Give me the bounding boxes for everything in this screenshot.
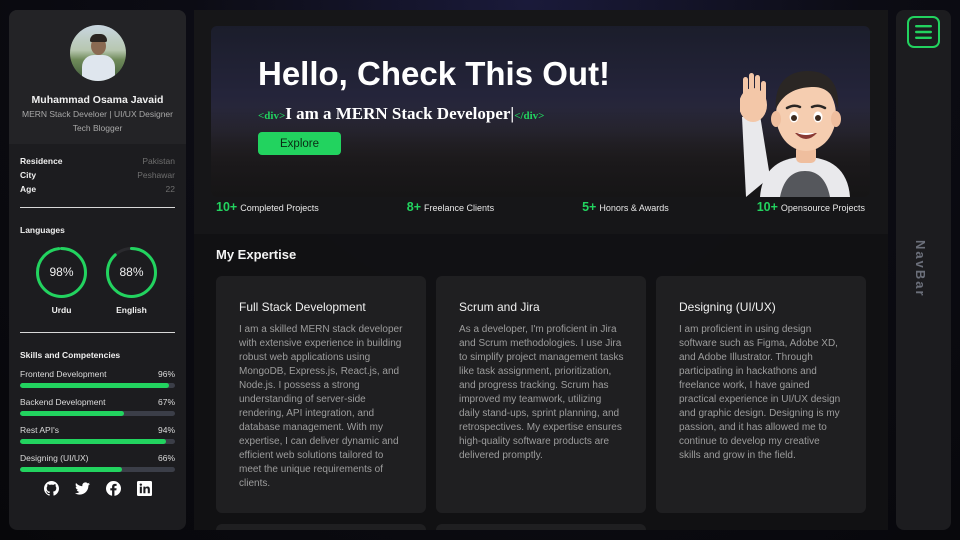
stat-label: Opensource Projects bbox=[780, 203, 865, 213]
info-value: Peshawar bbox=[137, 170, 175, 180]
waving-memoji-icon bbox=[740, 71, 850, 197]
skill-bar bbox=[20, 411, 175, 416]
card-title: Designing (UI/UX) bbox=[679, 300, 776, 314]
language-english: 88% English bbox=[105, 246, 158, 315]
stat-label: Honors & Awards bbox=[599, 203, 669, 213]
expertise-title: My Expertise bbox=[216, 247, 297, 262]
navbar: NavBar bbox=[896, 10, 951, 530]
language-ring: 88% bbox=[105, 246, 158, 299]
divider bbox=[20, 207, 175, 208]
skills-title: Skills and Competencies bbox=[20, 350, 121, 360]
skill-bar-fill bbox=[20, 383, 169, 388]
expertise-card: Scrum and Jira As a developer, I'm profi… bbox=[436, 276, 646, 513]
info-key: Age bbox=[20, 184, 37, 194]
skill-item: Rest API's 94% bbox=[20, 425, 175, 444]
skill-percent: 94% bbox=[157, 425, 175, 435]
languages-list: 98% Urdu 88% English bbox=[9, 246, 186, 315]
skill-percent: 96% bbox=[157, 369, 175, 379]
personal-info: Residence Pakistan City Peshawar Age 22 bbox=[9, 144, 186, 198]
skill-bar bbox=[20, 467, 175, 472]
skill-name: Designing (UI/UX) bbox=[20, 453, 89, 463]
expertise-card: Full Stack Development I am a skilled ME… bbox=[216, 276, 426, 513]
language-ring: 98% bbox=[35, 246, 88, 299]
card-text: As a developer, I'm proficient in Jira a… bbox=[459, 324, 624, 461]
github-icon[interactable] bbox=[43, 481, 59, 496]
main-content[interactable]: Hello, Check This Out! <div>I am a MERN … bbox=[194, 10, 888, 530]
language-name: English bbox=[116, 305, 147, 315]
skill-item: Designing (UI/UX) 66% bbox=[20, 453, 175, 472]
expertise-card-partial bbox=[436, 524, 646, 530]
skill-name: Backend Development bbox=[20, 397, 106, 407]
stat-number: 10+ bbox=[756, 200, 778, 214]
expertise-cards-next-row bbox=[216, 524, 646, 530]
card-title: Full Stack Development bbox=[239, 300, 366, 314]
stat-label: Freelance Clients bbox=[424, 203, 495, 213]
code-tag-open: <div> bbox=[258, 110, 286, 122]
expertise-cards: Full Stack Development I am a skilled ME… bbox=[216, 276, 866, 513]
navbar-label: NavBar bbox=[913, 240, 928, 298]
info-row-city: City Peshawar bbox=[20, 170, 175, 184]
profile-sidebar: Muhammad Osama Javaid MERN Stack Develoe… bbox=[9, 10, 186, 530]
hero-subtitle: <div>I am a MERN Stack Developer|</div> bbox=[258, 104, 544, 124]
hero-banner: Hello, Check This Out! <div>I am a MERN … bbox=[211, 26, 870, 197]
hamburger-menu-icon[interactable] bbox=[907, 16, 940, 48]
language-name: Urdu bbox=[51, 305, 72, 315]
profile-role-secondary: Tech Blogger bbox=[72, 123, 123, 133]
skills-list: Frontend Development 96% Backend Developm… bbox=[9, 369, 186, 472]
skill-bar-fill bbox=[20, 467, 123, 472]
card-text: I am proficient in using design software… bbox=[679, 324, 841, 461]
language-percent: 88% bbox=[119, 265, 144, 279]
languages-title: Languages bbox=[20, 225, 65, 235]
skill-bar-fill bbox=[20, 439, 166, 444]
skill-bar bbox=[20, 439, 175, 444]
language-urdu: 98% Urdu bbox=[35, 246, 88, 315]
profile-name: Muhammad Osama Javaid bbox=[31, 94, 164, 106]
info-key: City bbox=[20, 170, 37, 180]
linkedin-icon[interactable] bbox=[136, 481, 152, 496]
stat-number: 8+ bbox=[406, 200, 422, 214]
expertise-card: Designing (UI/UX) I am proficient in usi… bbox=[656, 276, 866, 513]
language-percent: 98% bbox=[49, 265, 74, 279]
stat-completed-projects: 10+ Completed Projects bbox=[216, 200, 319, 214]
skill-name: Frontend Development bbox=[20, 369, 107, 379]
profile-header: Muhammad Osama Javaid MERN Stack Develoe… bbox=[9, 10, 186, 144]
info-row-age: Age 22 bbox=[20, 184, 175, 198]
skill-percent: 66% bbox=[157, 453, 175, 463]
divider bbox=[20, 332, 175, 333]
hero-title: Hello, Check This Out! bbox=[258, 55, 611, 92]
skill-item: Frontend Development 96% bbox=[20, 369, 175, 388]
hero-typed-text: I am a MERN Stack Developer| bbox=[285, 104, 515, 123]
skill-name: Rest API's bbox=[20, 425, 59, 435]
info-value: 22 bbox=[165, 184, 175, 194]
stat-number: 5+ bbox=[582, 200, 597, 214]
stat-honors-awards: 5+ Honors & Awards bbox=[582, 200, 669, 214]
social-links bbox=[9, 481, 186, 496]
stat-number: 10+ bbox=[216, 200, 238, 214]
twitter-icon[interactable] bbox=[74, 481, 90, 496]
info-value: Pakistan bbox=[142, 156, 175, 166]
stats-bar: 10+ Completed Projects 8+ Freelance Client… bbox=[216, 200, 865, 214]
stat-label: Completed Projects bbox=[240, 203, 319, 213]
stat-opensource-projects: 10+ Opensource Projects bbox=[757, 200, 865, 214]
stat-freelance-clients: 8+ Freelance Clients bbox=[407, 200, 494, 214]
card-text: I am a skilled MERN stack developer with… bbox=[239, 324, 403, 489]
card-title: Scrum and Jira bbox=[459, 300, 540, 314]
explore-button[interactable]: Explore bbox=[258, 132, 341, 155]
skill-percent: 67% bbox=[157, 397, 175, 407]
facebook-icon[interactable] bbox=[105, 481, 121, 496]
skill-item: Backend Development 67% bbox=[20, 397, 175, 416]
skill-bar bbox=[20, 383, 175, 388]
avatar bbox=[69, 25, 126, 81]
code-tag-close: </div> bbox=[514, 110, 545, 122]
skill-bar-fill bbox=[20, 411, 124, 416]
info-row-residence: Residence Pakistan bbox=[20, 156, 175, 170]
info-key: Residence bbox=[20, 156, 63, 166]
profile-role: MERN Stack Develoer | UI/UX Designer bbox=[21, 109, 173, 119]
expertise-card-partial bbox=[216, 524, 426, 530]
